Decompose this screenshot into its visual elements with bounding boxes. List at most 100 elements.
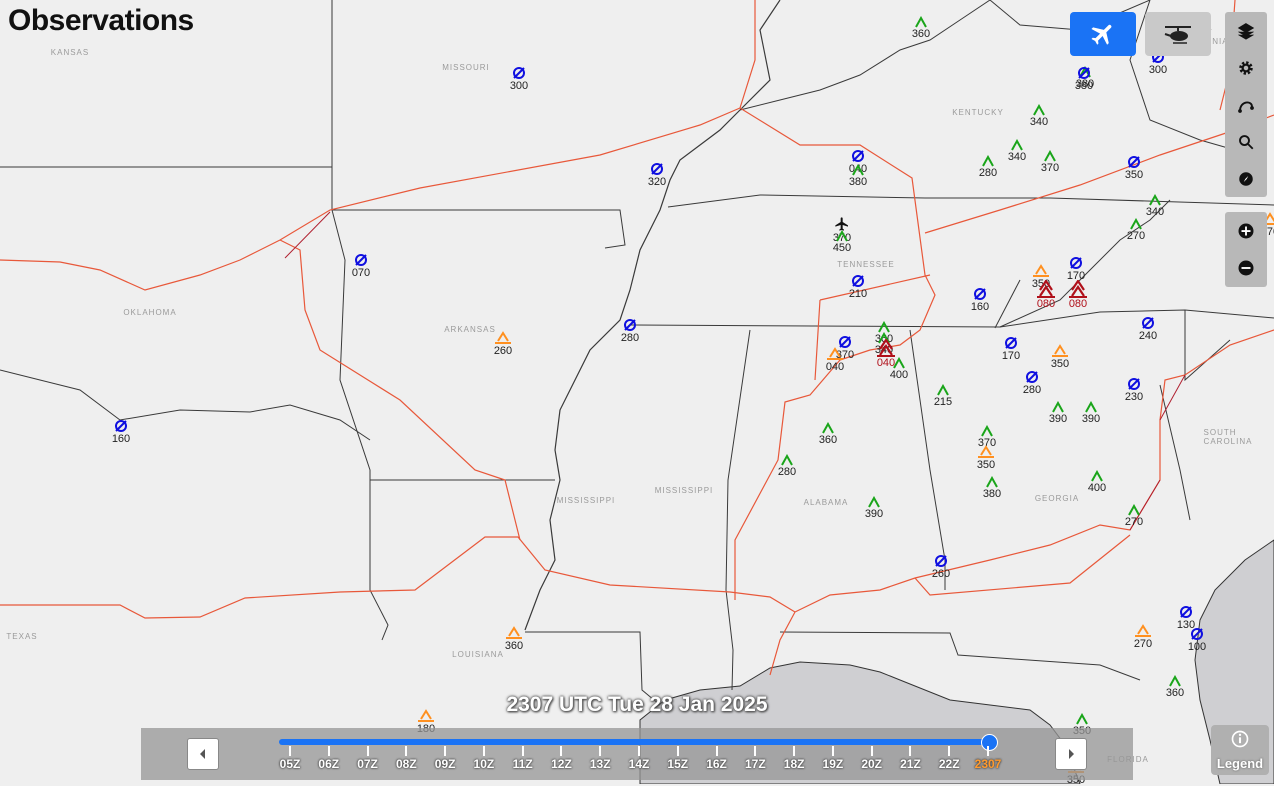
pirep-marker[interactable]: 100 — [1177, 627, 1217, 653]
pirep-marker[interactable]: 210 — [838, 274, 878, 300]
pirep-marker[interactable]: 350 — [966, 445, 1006, 471]
pirep-marker[interactable]: 360 — [808, 422, 848, 446]
info-icon — [1231, 730, 1249, 748]
pirep-marker[interactable]: 370 — [1030, 150, 1070, 174]
smooth-ride-icon — [651, 163, 663, 175]
timeline-tick-label: 14Z — [628, 757, 650, 771]
timeline-tick[interactable]: 16Z — [697, 746, 737, 771]
pirep-marker[interactable]: 360 — [901, 16, 941, 40]
pirep-altitude-label: 160 — [970, 301, 990, 313]
pirep-marker[interactable]: 390 — [1071, 401, 1111, 425]
pirep-marker[interactable]: 280 — [1012, 370, 1052, 396]
pirep-marker[interactable]: 450 — [822, 230, 862, 254]
helicopter-filter-button[interactable] — [1145, 12, 1211, 56]
pirep-marker[interactable]: 340 — [1135, 194, 1175, 218]
pirep-altitude-label: 340 — [1029, 116, 1049, 128]
pirep-altitude-label: 380 — [1074, 80, 1094, 92]
legend-button[interactable]: Legend — [1211, 725, 1269, 775]
light-turbulence-icon — [982, 155, 994, 167]
pirep-altitude-label: 170 — [1001, 350, 1021, 362]
timeline-tick[interactable]: 11Z — [503, 746, 543, 771]
pirep-marker[interactable]: 320 — [637, 162, 677, 188]
light-turbulence-icon — [893, 357, 905, 369]
timeline-tick[interactable]: 07Z — [348, 746, 388, 771]
timeline-tick[interactable]: 21Z — [890, 746, 930, 771]
plus-circle-icon — [1238, 223, 1254, 238]
aircraft-filter-button[interactable] — [1070, 12, 1136, 56]
pirep-marker[interactable]: 280 — [968, 155, 1008, 179]
pirep-marker[interactable]: 240 — [1128, 316, 1168, 342]
search-icon — [1239, 134, 1254, 149]
pirep-marker[interactable]: 080 — [1058, 280, 1098, 310]
pirep-marker[interactable]: 380 — [838, 164, 878, 188]
pirep-marker[interactable]: 350 — [1114, 155, 1154, 181]
timeline-tick[interactable]: 12Z — [541, 746, 581, 771]
pirep-marker[interactable]: 160 — [960, 287, 1000, 313]
map-canvas[interactable] — [0, 0, 1274, 784]
timeline-next-button[interactable] — [1055, 738, 1087, 770]
pirep-marker[interactable]: 280 — [610, 318, 650, 344]
pirep-altitude-label: 280 — [978, 167, 998, 179]
timeline-tick[interactable]: 08Z — [386, 746, 426, 771]
state-label: ALABAMA — [803, 498, 849, 507]
timeline-tick[interactable]: 20Z — [852, 746, 892, 771]
pirep-marker[interactable]: 340 — [1019, 104, 1059, 128]
zoom-out-button[interactable] — [1225, 249, 1267, 286]
pirep-marker[interactable]: 270 — [1116, 218, 1156, 242]
timeline-tick[interactable]: 05Z — [270, 746, 310, 771]
pirep-marker[interactable]: 040 — [815, 347, 855, 373]
timeline-tick[interactable]: 19Z — [813, 746, 853, 771]
timeline-bar: 05Z 06Z 07Z 08Z 09Z 10Z 11Z 12Z 13Z 14Z 15Z 16Z 17Z 1… — [141, 728, 1133, 780]
pirep-marker[interactable]: 380 — [1064, 66, 1104, 92]
timeline-tick[interactable]: 2307 — [968, 746, 1008, 771]
pirep-marker[interactable]: 390 — [854, 496, 894, 520]
pirep-marker[interactable]: 270 — [1123, 624, 1163, 650]
pirep-marker[interactable]: 400 — [1077, 470, 1117, 494]
pirep-altitude-label: 350 — [1050, 358, 1070, 370]
pirep-marker[interactable]: 270 — [1114, 504, 1154, 528]
pirep-marker[interactable]: 170 — [991, 336, 1031, 362]
pirep-marker[interactable]: 280 — [767, 454, 807, 478]
zoom-in-button[interactable] — [1225, 212, 1267, 249]
pirep-altitude-label: 170 — [1066, 270, 1086, 282]
timeline-tick[interactable]: 18Z — [774, 746, 814, 771]
draw-route-button[interactable] — [1225, 86, 1267, 123]
pirep-marker[interactable]: 400 — [879, 357, 919, 381]
smooth-ride-icon — [1142, 317, 1154, 329]
timeline-tick[interactable]: 13Z — [580, 746, 620, 771]
pirep-marker[interactable]: 380 — [972, 476, 1012, 500]
severe-turbulence-icon — [1037, 280, 1055, 298]
pirep-marker[interactable]: 070 — [341, 253, 381, 279]
pirep-marker[interactable]: 260 — [483, 331, 523, 357]
compass-button[interactable] — [1225, 160, 1267, 197]
pirep-marker[interactable]: 160 — [101, 419, 141, 445]
moderate-turbulence-icon — [1135, 624, 1151, 637]
smooth-ride-icon — [355, 254, 367, 266]
timeline-tick[interactable]: 15Z — [658, 746, 698, 771]
timeline-tick[interactable]: 09Z — [425, 746, 465, 771]
pirep-altitude-label: 320 — [647, 176, 667, 188]
pirep-marker[interactable]: 230 — [1114, 377, 1154, 403]
timeline-tick[interactable]: 06Z — [309, 746, 349, 771]
timeline-prev-button[interactable] — [187, 738, 219, 770]
pirep-marker[interactable]: 260 — [921, 554, 961, 580]
light-turbulence-icon — [1149, 194, 1161, 206]
pirep-marker[interactable]: 300 — [499, 66, 539, 92]
timeline-tick[interactable]: 14Z — [619, 746, 659, 771]
pirep-marker[interactable]: 215 — [923, 384, 963, 408]
search-button[interactable] — [1225, 123, 1267, 160]
pirep-marker[interactable]: 170 — [1056, 256, 1096, 282]
gear-icon — [1239, 60, 1253, 75]
timeline-tick[interactable]: 10Z — [464, 746, 504, 771]
timeline-track[interactable] — [279, 739, 990, 745]
timeline-tick-label: 16Z — [706, 757, 727, 771]
timeline-tick[interactable]: 22Z — [929, 746, 969, 771]
timeline-tick[interactable]: 17Z — [735, 746, 775, 771]
settings-button[interactable] — [1225, 49, 1267, 86]
moderate-turbulence-icon — [495, 331, 511, 344]
layers-button[interactable] — [1225, 12, 1267, 49]
smooth-ride-icon — [935, 555, 947, 567]
pirep-marker[interactable]: 360 — [494, 626, 534, 652]
pirep-marker[interactable]: 350 — [1040, 344, 1080, 370]
state-borders — [0, 0, 1274, 706]
